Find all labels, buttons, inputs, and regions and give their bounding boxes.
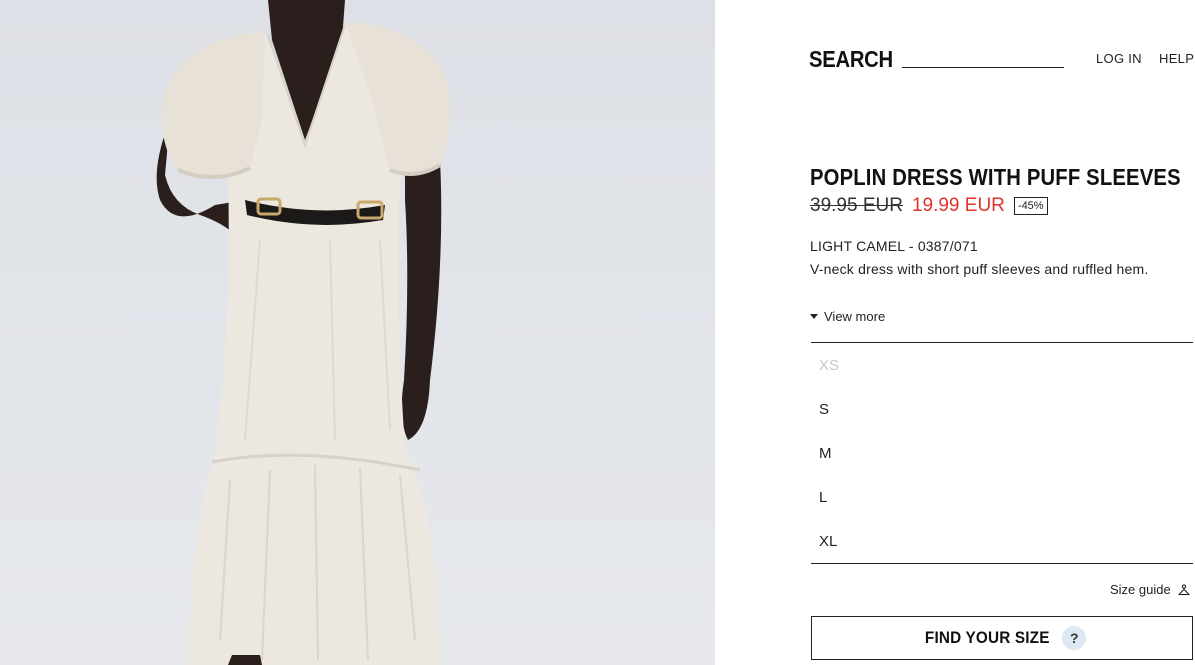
login-link[interactable]: LOG IN xyxy=(1096,51,1142,66)
search-label[interactable]: SEARCH xyxy=(809,46,893,73)
color-reference: LIGHT CAMEL - 0387/071 xyxy=(810,238,978,254)
view-more-label: View more xyxy=(824,309,886,324)
size-guide-link[interactable]: Size guide xyxy=(1110,582,1190,597)
question-icon: ? xyxy=(1062,626,1087,650)
view-more-toggle[interactable]: View more xyxy=(810,309,885,324)
old-price: 39.95 EUR xyxy=(810,195,903,216)
product-photo[interactable] xyxy=(0,0,715,665)
product-title: POPLIN DRESS WITH PUFF SLEEVES xyxy=(810,164,1181,190)
size-option-s[interactable]: S xyxy=(819,401,829,418)
hanger-icon xyxy=(1178,583,1190,595)
search-input[interactable] xyxy=(902,46,1064,68)
discount-badge: -45% xyxy=(1013,197,1048,215)
help-link[interactable]: HELP xyxy=(1159,51,1194,66)
size-option-xs: XS xyxy=(819,357,840,374)
caret-down-icon xyxy=(810,314,818,319)
size-selector: XS S M L XL xyxy=(811,342,1193,564)
find-your-size-button[interactable]: FIND YOUR SIZE ? xyxy=(811,616,1193,660)
size-option-l[interactable]: L xyxy=(819,489,827,506)
price-row: 39.95 EUR 19.99 EUR -45% xyxy=(810,194,1048,218)
find-your-size-label: FIND YOUR SIZE xyxy=(924,628,1050,647)
sale-price: 19.99 EUR xyxy=(911,195,1005,216)
size-option-xl[interactable]: XL xyxy=(819,533,837,550)
dress-illustration xyxy=(156,0,451,665)
size-option-m[interactable]: M xyxy=(819,445,832,462)
product-description: V-neck dress with short puff sleeves and… xyxy=(810,261,1149,277)
size-guide-label: Size guide xyxy=(1110,582,1171,597)
